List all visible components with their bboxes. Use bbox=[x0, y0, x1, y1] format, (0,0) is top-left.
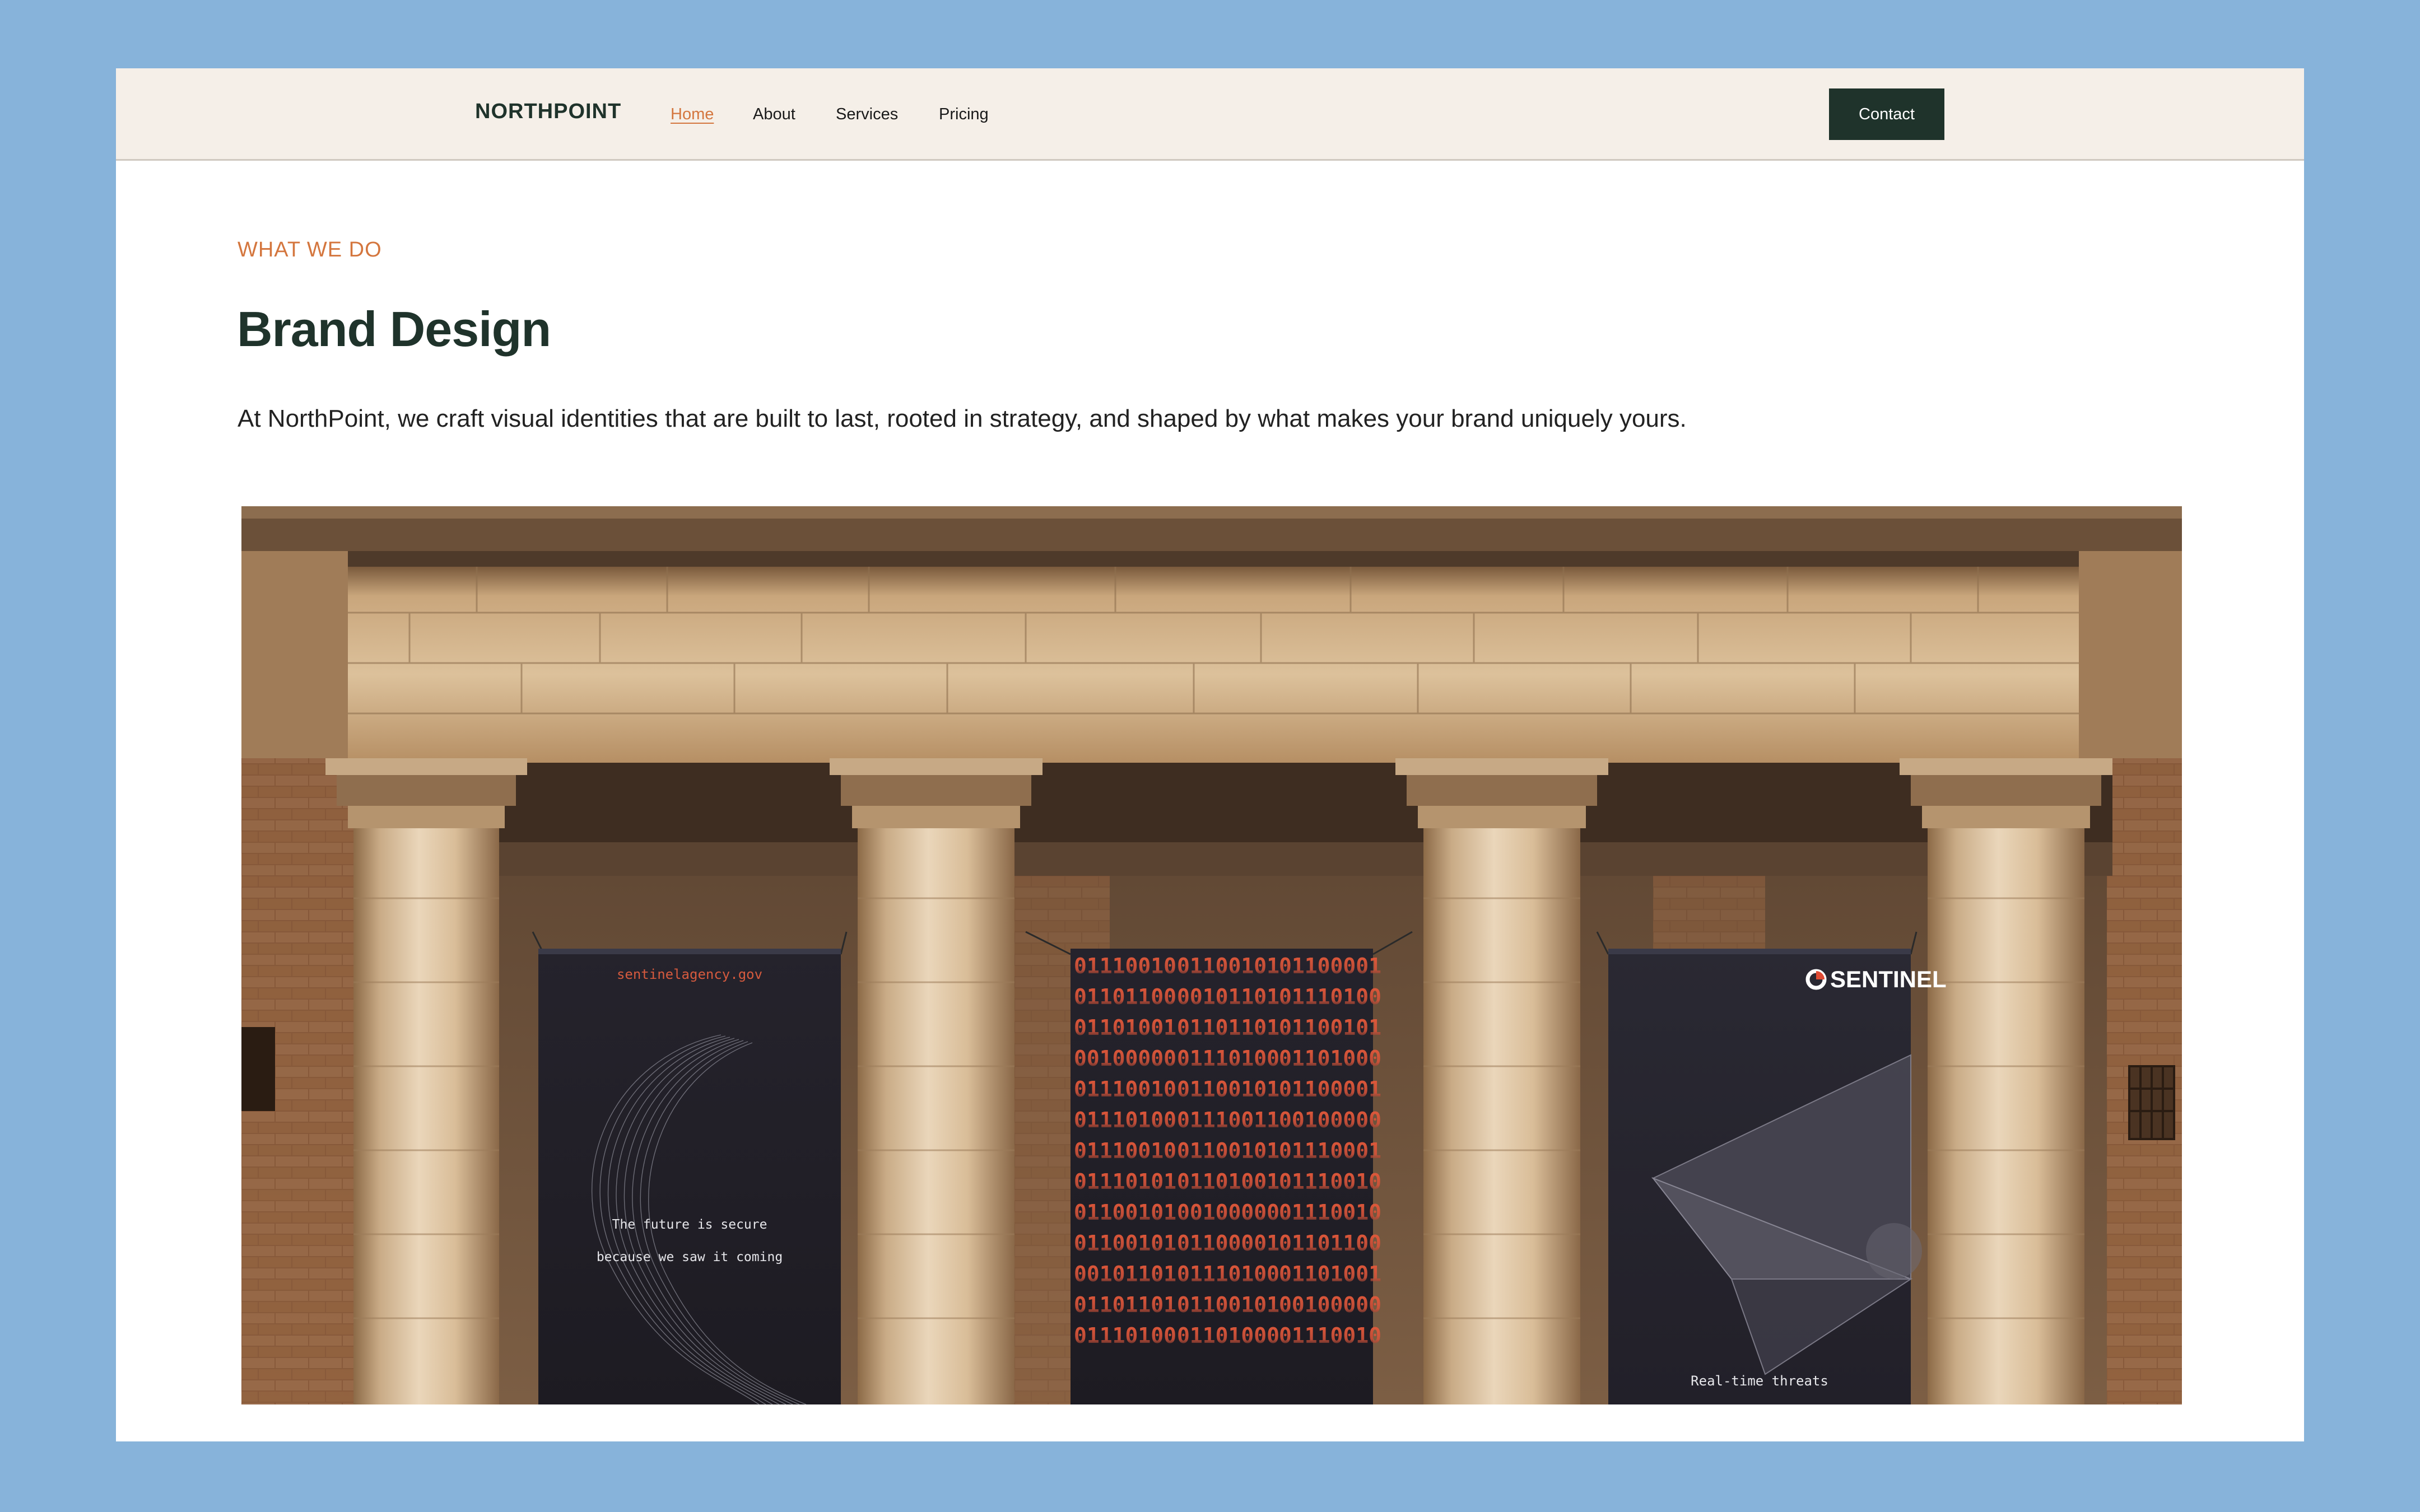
nav-link-services[interactable]: Services bbox=[836, 106, 898, 123]
binary-cell: 01100001 bbox=[1279, 954, 1381, 978]
binary-cell: 01100101 bbox=[1074, 1200, 1176, 1225]
banner-middle: 01110010 011001010110000101101100 00101101… bbox=[1071, 949, 1381, 1404]
nav-link-pricing[interactable]: Pricing bbox=[939, 106, 989, 123]
banner-left-line2: because we saw it coming bbox=[597, 1250, 783, 1264]
nav-link-about[interactable]: About bbox=[753, 106, 795, 123]
binary-cell: 01100101 bbox=[1177, 954, 1279, 978]
binary-cell: 01110010 bbox=[1279, 1200, 1381, 1225]
binary-cell: 01110010 bbox=[1074, 954, 1176, 978]
binary-cell: 01110010 bbox=[1074, 1077, 1176, 1102]
binary-cell: 01101100 bbox=[1279, 1231, 1381, 1256]
binary-cell: 01101001 bbox=[1177, 1169, 1279, 1194]
binary-cell: 00100000 bbox=[1279, 1108, 1381, 1132]
binary-cell: 00100000 bbox=[1074, 1046, 1176, 1071]
binary-cell: 01100101 bbox=[1279, 1015, 1381, 1040]
site-header: NORTHPOINT Home About Services Pricing C… bbox=[116, 68, 2304, 161]
binary-cell: 01101000 bbox=[1279, 1046, 1381, 1071]
binary-cell: 01101100 bbox=[1074, 984, 1176, 1009]
binary-cell: 01110001 bbox=[1279, 1138, 1381, 1163]
binary-cell: 01101000 bbox=[1177, 1323, 1279, 1348]
section-eyebrow: WHAT WE DO bbox=[238, 238, 382, 262]
binary-cell: 01110100 bbox=[1074, 1323, 1176, 1348]
binary-cell: 01101101 bbox=[1177, 1015, 1279, 1040]
binary-cell: 01110100 bbox=[1177, 1046, 1279, 1071]
banner-right: SENTINEL Real-time threats bbox=[1608, 949, 1947, 1404]
binary-cell: 01110100 bbox=[1177, 1262, 1279, 1286]
nav-link-home[interactable]: Home bbox=[671, 106, 714, 123]
binary-cell: 01100001 bbox=[1279, 1077, 1381, 1102]
binary-cell: 01110010 bbox=[1279, 1323, 1381, 1348]
banner-left: sentinelagency.gov The future is secure … bbox=[538, 949, 841, 1404]
banner-right-tagline: Real-time threats bbox=[1691, 1373, 1828, 1389]
binary-cell: 01100101 bbox=[1177, 1138, 1279, 1163]
section-lead: At NorthPoint, we craft visual identitie… bbox=[238, 405, 1687, 432]
binary-cell: 01100101 bbox=[1177, 1292, 1279, 1317]
binary-cell: 00101101 bbox=[1177, 984, 1279, 1009]
binary-cell: 00100000 bbox=[1177, 1200, 1279, 1225]
binary-cell: 00101101 bbox=[1074, 1262, 1176, 1286]
banner-left-line1: The future is secure bbox=[612, 1217, 767, 1232]
binary-cell: 01100101 bbox=[1177, 1077, 1279, 1102]
binary-cell: 01110100 bbox=[1074, 1108, 1176, 1132]
binary-cell: 01110011 bbox=[1177, 1108, 1279, 1132]
banner-right-brand: SENTINEL bbox=[1830, 966, 1947, 992]
page-title: Brand Design bbox=[237, 301, 551, 357]
hero-image: sentinelagency.gov The future is secure … bbox=[241, 506, 2182, 1404]
binary-cell: 01101001 bbox=[1074, 1015, 1176, 1040]
site-logo[interactable]: NORTHPOINT bbox=[475, 101, 621, 122]
binary-cell: 01110010 bbox=[1074, 1138, 1176, 1163]
binary-cell: 00100000 bbox=[1279, 1292, 1381, 1317]
binary-cell: 01110100 bbox=[1279, 984, 1381, 1009]
binary-cell: 01110010 bbox=[1279, 1169, 1381, 1194]
binary-cell: 01101101 bbox=[1074, 1292, 1176, 1317]
binary-cell: 01110101 bbox=[1074, 1169, 1176, 1194]
binary-cell: 01100101 bbox=[1074, 1231, 1176, 1256]
banner-left-url: sentinelagency.gov bbox=[617, 967, 762, 982]
contact-button[interactable]: Contact bbox=[1829, 88, 1944, 140]
binary-cell: 01101001 bbox=[1279, 1262, 1381, 1286]
binary-cell: 01100001 bbox=[1177, 1231, 1279, 1256]
browser-page: NORTHPOINT Home About Services Pricing C… bbox=[116, 68, 2304, 1441]
